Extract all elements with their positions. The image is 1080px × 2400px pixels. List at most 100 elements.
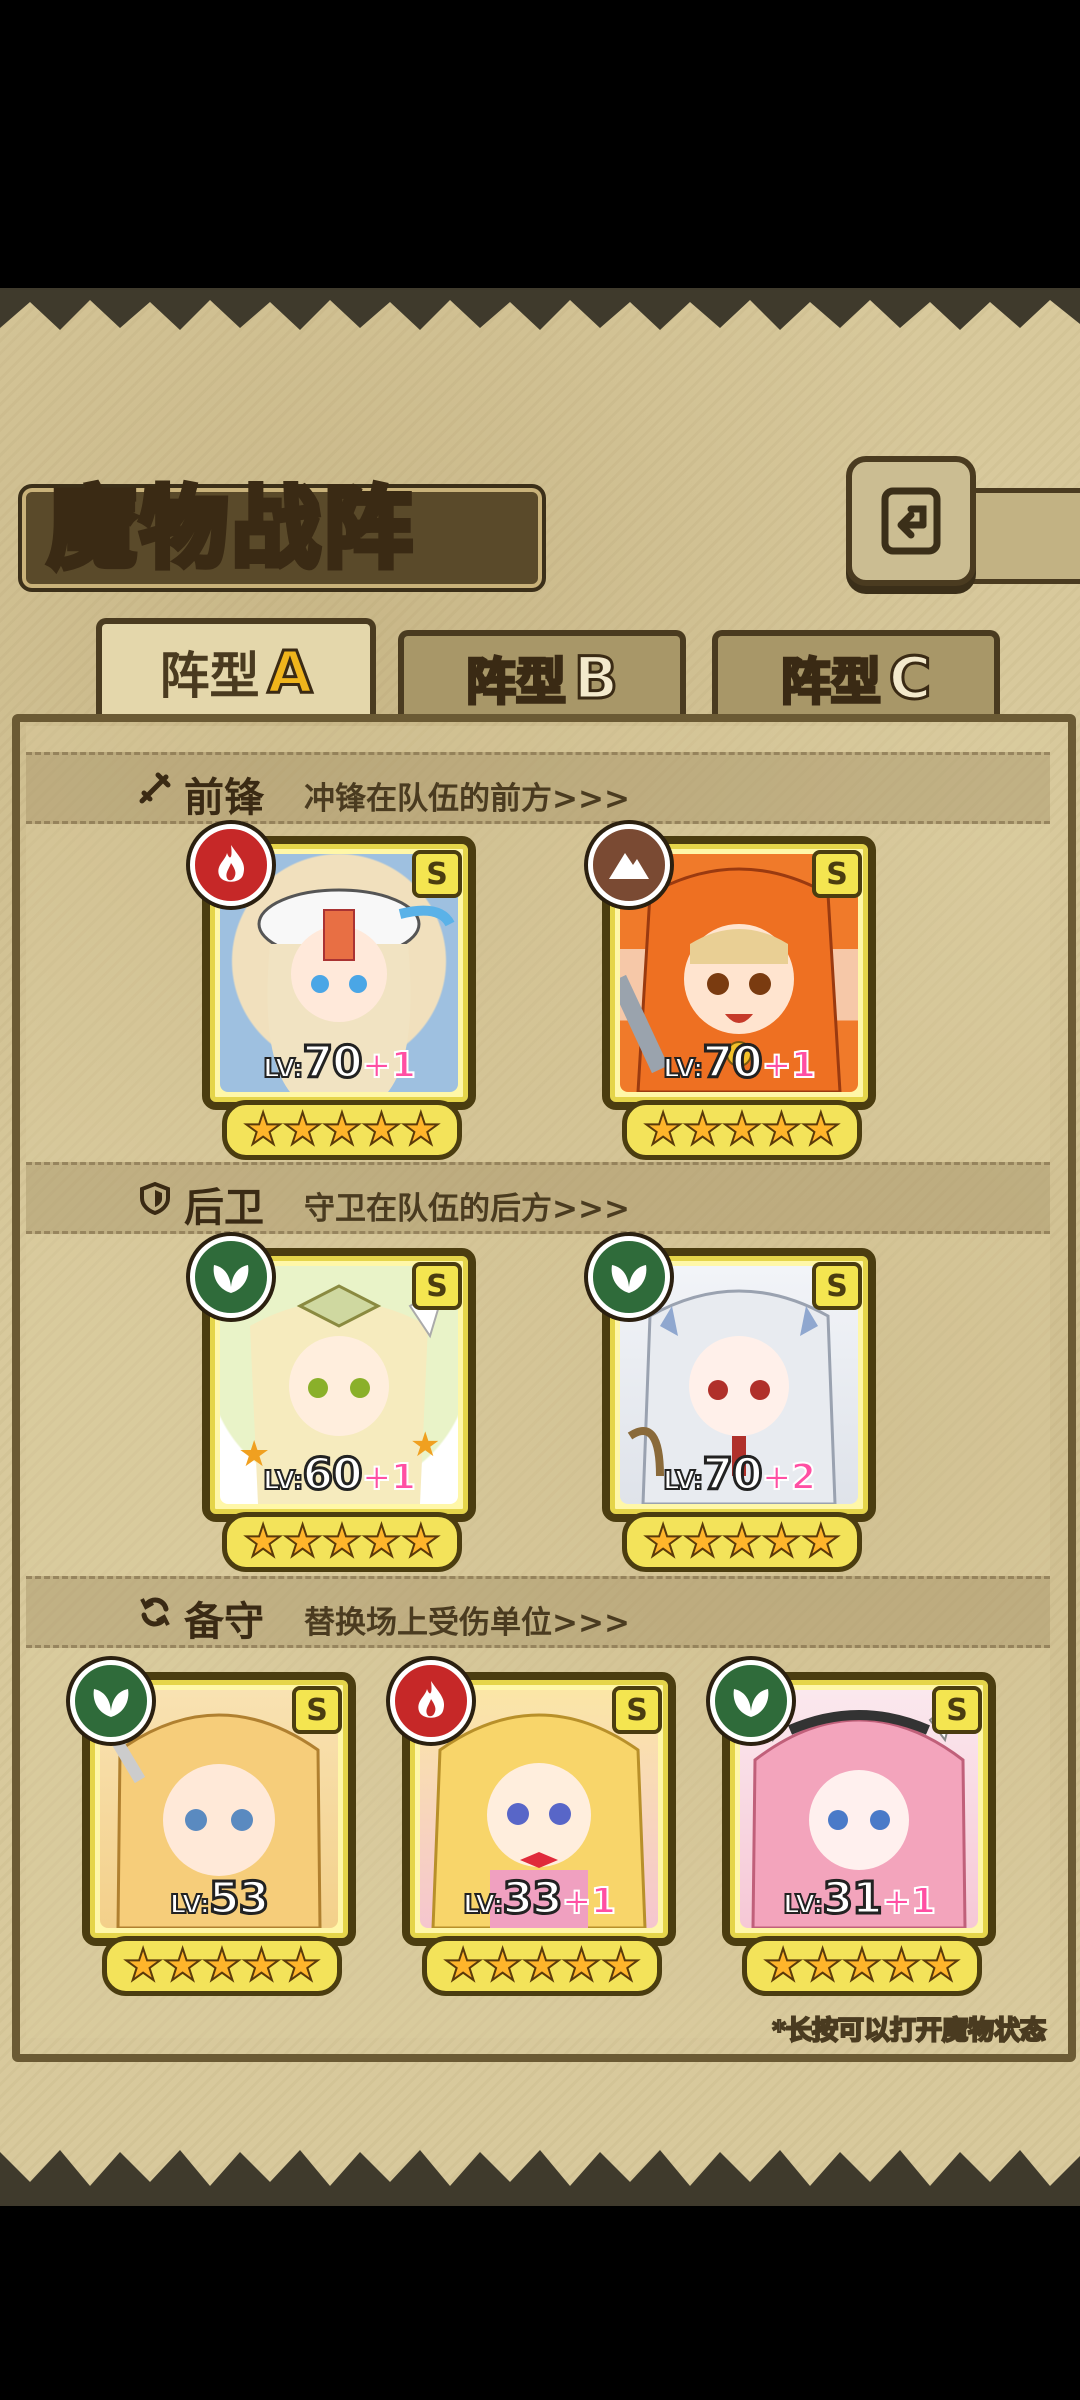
star-icon: ★ [282,1516,323,1567]
leaf-element-icon [588,1236,670,1318]
level-prefix: LV: [782,1889,824,1921]
section-header-front: 前锋 冲锋在队伍的前方>>> [26,752,1050,824]
star-icon: ★ [682,1516,723,1567]
tab-label: 阵型 [779,652,882,713]
level-plus: +2 [761,1456,817,1499]
grade-badge: S [292,1686,342,1734]
star-icon: ★ [642,1516,683,1567]
star-icon: ★ [361,1516,402,1567]
star-icon: ★ [721,1516,762,1567]
leaf-element-icon [190,1236,272,1318]
tab-letter: B [572,643,619,714]
star-icon: ★ [881,1940,922,1991]
grade-badge: S [612,1686,662,1734]
tab-formation-a[interactable]: 阵型 A [96,618,376,720]
level-prefix: LV: [262,1053,304,1085]
level-value: 70 [301,1036,364,1090]
tab-formation-c[interactable]: 阵型 C [712,630,1000,720]
level-plus: +1 [761,1044,817,1087]
level-label: LV:31+1 [730,1872,988,1926]
level-label: LV:70+1 [610,1036,868,1090]
level-label: LV:70+1 [210,1036,468,1090]
leaf-element-icon [710,1660,792,1742]
star-rating: ★ ★ ★ ★ ★ [742,1936,982,1996]
tab-formation-b[interactable]: 阵型 B [398,630,686,720]
star-icon: ★ [122,1940,163,1991]
tab-letter: C [887,643,933,714]
section-label: 前锋 [184,775,264,821]
section-description: 替换场上受伤单位>>> [304,1605,630,1641]
star-icon: ★ [280,1940,321,1991]
grade-badge: S [812,850,862,898]
star-rating: ★ ★ ★ ★ ★ [102,1936,342,1996]
level-label: LV:53 [90,1872,348,1926]
star-rating: ★ ★ ★ ★ ★ [422,1936,662,1996]
star-icon: ★ [920,1940,961,1991]
star-icon: ★ [321,1104,362,1155]
star-icon: ★ [682,1104,723,1155]
fire-element-icon [190,824,272,906]
level-label: LV:70+2 [610,1448,868,1502]
swap-icon [140,1597,170,1627]
level-prefix: LV: [262,1465,304,1497]
page-title: 魔物战阵 [45,473,417,583]
section-description: 守卫在队伍的后方>>> [304,1191,630,1227]
section-header-rear: 后卫 守卫在队伍的后方>>> [26,1162,1050,1234]
tab-letter: A [266,637,314,708]
star-icon: ★ [800,1516,841,1567]
level-prefix: LV: [662,1053,704,1085]
grade-badge: S [812,1262,862,1310]
level-label: LV:60+1 [210,1448,468,1502]
star-icon: ★ [282,1104,323,1155]
star-icon: ★ [400,1516,441,1567]
level-plus: +1 [361,1456,417,1499]
level-value: 33 [501,1872,564,1926]
back-arrow-icon [881,487,941,555]
level-plus: +1 [881,1880,937,1923]
star-icon: ★ [761,1516,802,1567]
section-label: 备守 [184,1599,264,1645]
level-plus: +1 [361,1044,417,1087]
star-icon: ★ [321,1516,362,1567]
level-label: LV:33+1 [410,1872,668,1926]
star-rating: ★ ★ ★ ★ ★ [622,1512,862,1572]
star-icon: ★ [400,1104,441,1155]
star-rating: ★ ★ ★ ★ ★ [222,1512,462,1572]
section-header-reserve: 备守 替换场上受伤单位>>> [26,1576,1050,1648]
star-icon: ★ [442,1940,483,1991]
torn-edge-top [0,288,1080,330]
shield-icon [140,1181,170,1215]
level-prefix: LV: [662,1465,704,1497]
level-value: 53 [208,1872,271,1926]
star-icon: ★ [242,1516,283,1567]
level-prefix: LV: [462,1889,504,1921]
section-label: 后卫 [184,1185,264,1231]
formation-panel: 魔物战阵 阵型 A 阵型 B 阵型 C 前锋 冲锋在队伍的前方>>> 后卫 守卫… [0,288,1080,2206]
star-icon: ★ [761,1104,802,1155]
star-rating: ★ ★ ★ ★ ★ [622,1100,862,1160]
star-icon: ★ [762,1940,803,1991]
leaf-element-icon [70,1660,152,1742]
fire-element-icon [390,1660,472,1742]
star-icon: ★ [241,1940,282,1991]
grade-badge: S [932,1686,982,1734]
grade-badge: S [412,850,462,898]
level-prefix: LV: [169,1889,211,1921]
level-value: 31 [821,1872,884,1926]
star-rating: ★ ★ ★ ★ ★ [222,1100,462,1160]
back-button[interactable] [846,456,976,586]
star-icon: ★ [721,1104,762,1155]
level-value: 60 [301,1448,364,1502]
star-icon: ★ [841,1940,882,1991]
level-value: 70 [701,1448,764,1502]
star-icon: ★ [201,1940,242,1991]
star-icon: ★ [642,1104,683,1155]
tab-label: 阵型 [159,647,260,705]
star-icon: ★ [561,1940,602,1991]
sword-icon [139,772,171,804]
level-value: 70 [701,1036,764,1090]
star-icon: ★ [802,1940,843,1991]
star-icon: ★ [361,1104,402,1155]
star-icon: ★ [162,1940,203,1991]
section-description: 冲锋在队伍的前方>>> [304,781,630,817]
